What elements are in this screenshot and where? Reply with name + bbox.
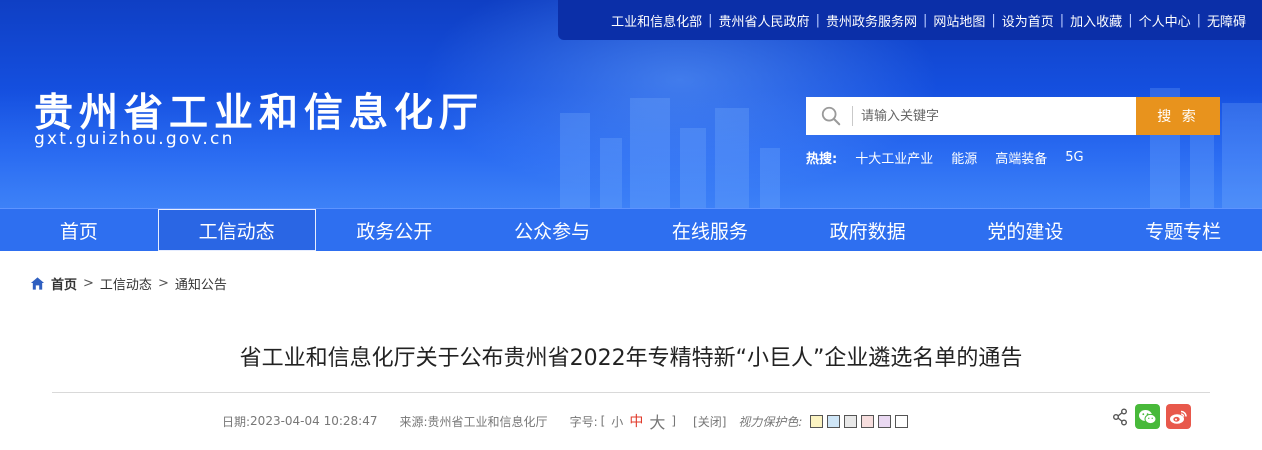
color-swatch-yellow[interactable] (810, 414, 824, 428)
hot-search-item[interactable]: 5G (1065, 150, 1083, 165)
color-swatch-purple[interactable] (878, 414, 892, 428)
nav-item-public-affairs[interactable]: 政务公开 (316, 209, 474, 251)
top-link-user-center[interactable]: 个人中心 (1133, 11, 1197, 30)
font-size-label: 字号: (569, 414, 598, 429)
font-medium-button[interactable]: 中 (629, 411, 643, 431)
top-link-service[interactable]: 贵州政务服务网 (820, 11, 923, 30)
site-domain: gxt.guizhou.gov.cn (34, 129, 235, 149)
top-link-homepage[interactable]: 设为首页 (996, 11, 1060, 30)
wechat-share-button[interactable] (1135, 404, 1160, 429)
title-divider (52, 392, 1210, 393)
hot-search-label: 热搜: (806, 152, 838, 167)
nav-item-news[interactable]: 工信动态 (157, 209, 316, 251)
font-small-button[interactable]: 小 (611, 413, 623, 430)
font-large-button[interactable]: 大 (649, 409, 665, 433)
date-label: 日期: (222, 414, 251, 429)
publish-date: 2023-04-04 10:28:47 (250, 414, 378, 428)
search-box (806, 97, 1136, 135)
hot-search-item[interactable]: 高端装备 (995, 148, 1047, 167)
header-banner: 工业和信息化部 | 贵州省人民政府 | 贵州政务服务网 | 网站地图 | 设为首页 | 加… (0, 0, 1262, 208)
article-title: 省工业和信息化厅关于公布贵州省2022年专精特新“小巨人”企业遴选名单的通告 (239, 346, 1023, 371)
breadcrumb-current[interactable]: 通知公告 (175, 274, 227, 293)
bracket-close: ] (671, 414, 677, 428)
weibo-icon (1170, 410, 1187, 424)
breadcrumb-section[interactable]: 工信动态 (100, 274, 152, 293)
search-icon (821, 106, 841, 126)
nav-item-home[interactable]: 首页 (0, 209, 158, 251)
top-link-sitemap[interactable]: 网站地图 (927, 11, 991, 30)
article-meta: 日期: 2023-04-04 10:28:47 来源: 贵州省工业和信息化厅 字… (222, 409, 912, 433)
top-link-gov[interactable]: 贵州省人民政府 (713, 11, 816, 30)
color-swatch-blue[interactable] (827, 414, 841, 428)
breadcrumb-separator: > (157, 276, 169, 291)
source-value: 贵州省工业和信息化厅 (427, 414, 548, 429)
nav-item-participation[interactable]: 公众参与 (473, 209, 631, 251)
hot-search: 热搜: 十大工业产业 能源 高端装备 5G (806, 148, 1102, 167)
nav-item-topics[interactable]: 专题专栏 (1104, 209, 1262, 251)
top-link-accessibility[interactable]: 无障碍 (1201, 11, 1252, 30)
wechat-icon (1139, 409, 1157, 424)
main-nav: 首页 工信动态 政务公开 公众参与 在线服务 政府数据 党的建设 专题专栏 (0, 208, 1262, 251)
breadcrumb-separator: > (83, 276, 94, 291)
breadcrumb-home[interactable]: 首页 (51, 274, 77, 293)
share-icon[interactable] (1112, 408, 1128, 426)
search-button[interactable]: 搜 索 (1136, 97, 1220, 135)
vision-protect-label: 视力保护色: (738, 414, 803, 429)
color-swatch-pink[interactable] (861, 414, 875, 428)
breadcrumb: 首页 > 工信动态 > 通知公告 (30, 274, 227, 293)
source-label: 来源: (399, 414, 428, 429)
bracket-open: [ (600, 414, 606, 428)
hot-search-item[interactable]: 十大工业产业 (855, 148, 933, 167)
font-size-switcher: [ 小 中 大 ] (598, 409, 679, 433)
top-link-favorite[interactable]: 加入收藏 (1064, 11, 1128, 30)
nav-item-online-service[interactable]: 在线服务 (631, 209, 789, 251)
weibo-share-button[interactable] (1166, 404, 1191, 429)
color-swatch-white[interactable] (895, 414, 909, 428)
color-swatch-gray[interactable] (844, 414, 858, 428)
close-button[interactable]: [关闭] (693, 413, 726, 430)
nav-item-gov-data[interactable]: 政府数据 (789, 209, 947, 251)
home-icon (30, 277, 45, 290)
search-divider (852, 106, 853, 126)
nav-item-party[interactable]: 党的建设 (947, 209, 1105, 251)
hot-search-item[interactable]: 能源 (951, 148, 977, 167)
search-input[interactable] (859, 107, 1123, 125)
top-links-bar: 工业和信息化部 | 贵州省人民政府 | 贵州政务服务网 | 网站地图 | 设为首页 | 加… (558, 0, 1262, 40)
top-link-miit[interactable]: 工业和信息化部 (605, 11, 708, 30)
